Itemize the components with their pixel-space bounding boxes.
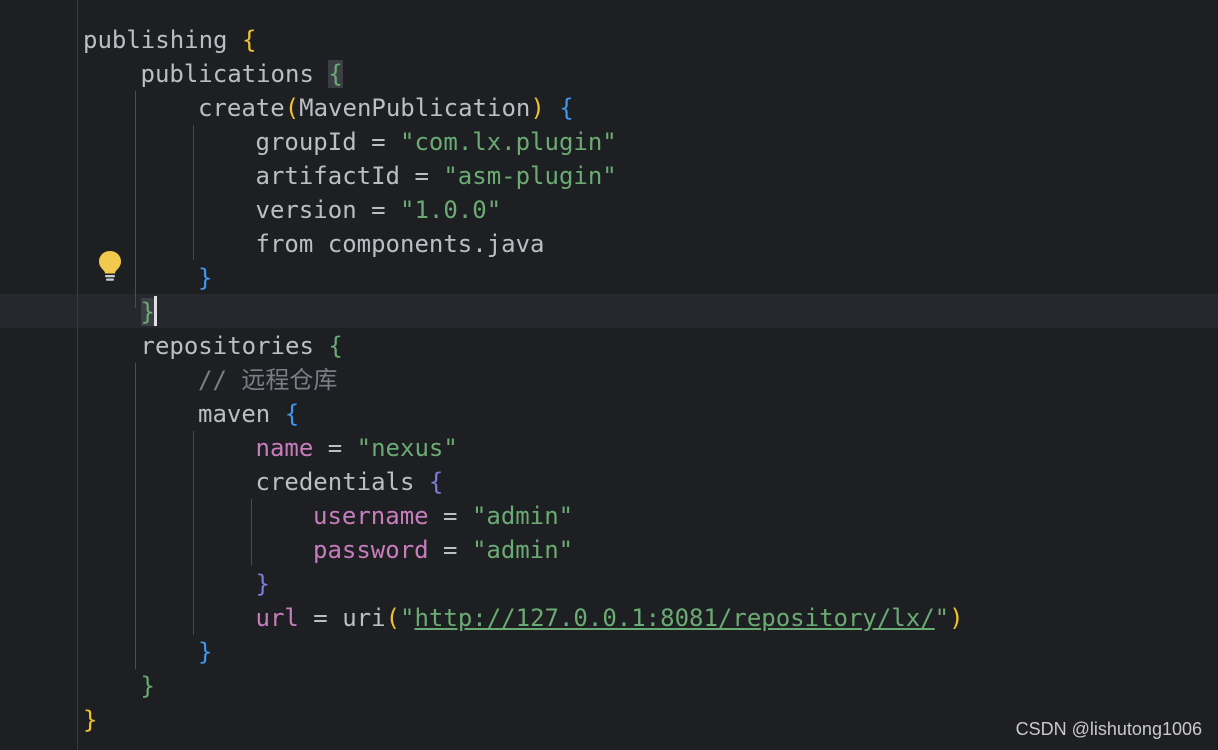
code-line: password = "admin" bbox=[313, 536, 574, 564]
code-line: groupId = "com.lx.plugin" bbox=[255, 128, 617, 156]
code-line: repositories { bbox=[140, 332, 343, 360]
code-line: maven { bbox=[198, 400, 300, 428]
code-line: publications { bbox=[140, 60, 343, 88]
code-line: url = uri("http://127.0.0.1:8081/reposit… bbox=[255, 604, 964, 632]
code-comment: // 远程仓库 bbox=[198, 366, 338, 394]
code-line: credentials { bbox=[255, 468, 444, 496]
code-line: create(MavenPublication) { bbox=[198, 94, 574, 122]
code-line: publishing { bbox=[83, 26, 257, 54]
code-line: // 远程仓库 bbox=[83, 363, 964, 397]
gutter-divider bbox=[77, 0, 78, 750]
code-line: } bbox=[83, 295, 964, 329]
code-line: username = "admin" bbox=[313, 502, 574, 530]
code-line: } bbox=[83, 706, 98, 734]
watermark: CSDN @lishutong1006 bbox=[1015, 719, 1202, 739]
code-line: artifactId = "asm-plugin" bbox=[255, 162, 617, 190]
lightbulb-icon[interactable] bbox=[97, 250, 123, 282]
code-line: from components.java bbox=[255, 230, 545, 258]
matched-brace: } bbox=[140, 298, 155, 326]
matched-brace: { bbox=[328, 60, 343, 88]
code-line: } bbox=[140, 672, 155, 700]
code-line: } bbox=[255, 570, 270, 598]
code-line: version = "1.0.0" bbox=[255, 196, 502, 224]
text-caret bbox=[154, 296, 157, 326]
code-line: } bbox=[198, 264, 213, 292]
code-line: name = "nexus" bbox=[255, 434, 458, 462]
code-editor[interactable]: publishing { publications { create(Maven… bbox=[0, 0, 1218, 750]
url-link[interactable]: http://127.0.0.1:8081/repository/lx/ bbox=[414, 604, 934, 632]
code-content[interactable]: publishing { publications { create(Maven… bbox=[83, 23, 964, 737]
code-line: } bbox=[198, 638, 213, 666]
